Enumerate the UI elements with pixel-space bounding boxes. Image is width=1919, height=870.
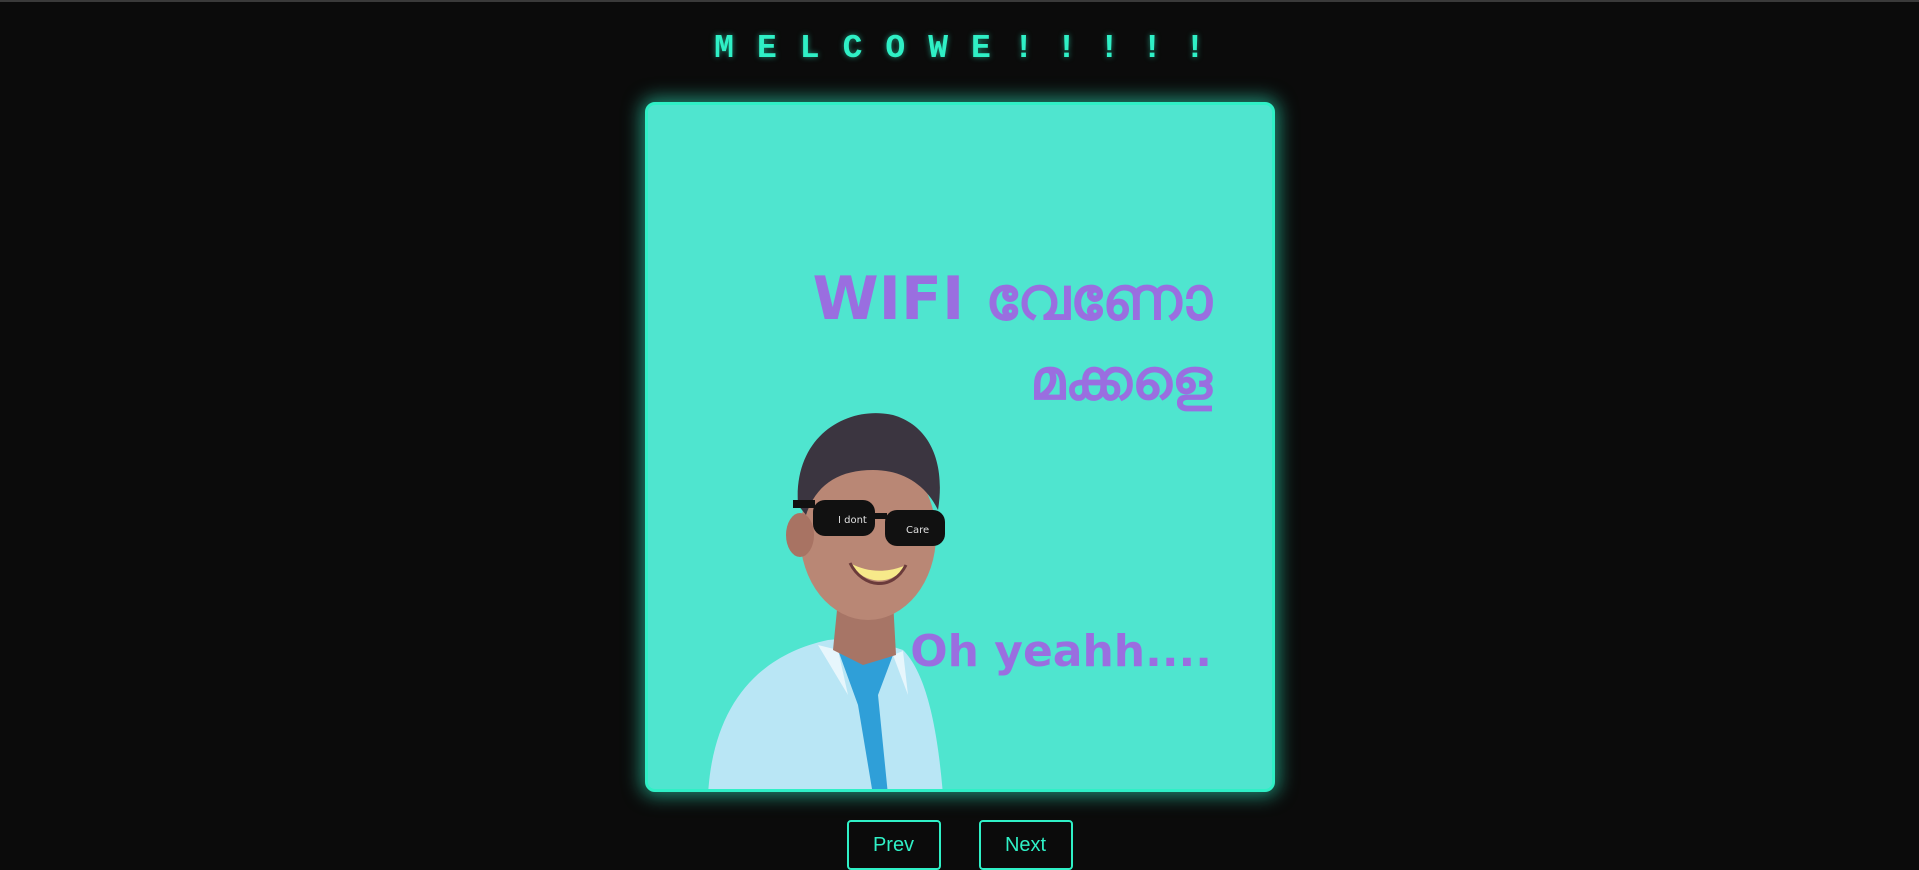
page-title: MELCOWE!!!!! xyxy=(714,30,1228,67)
glasses-right-text: Care xyxy=(906,525,929,536)
next-button[interactable]: Next xyxy=(978,820,1073,870)
navigation-controls: Prev Next xyxy=(0,820,1919,870)
meme-person-image: I dont Care xyxy=(708,413,945,789)
prev-button[interactable]: Prev xyxy=(846,820,941,870)
meme-caption-line3: Oh yeahh.... xyxy=(910,626,1212,677)
meme-caption-line2: മക്കളെ xyxy=(1030,348,1212,413)
meme-caption-line1: WIFI വേണോ xyxy=(812,264,1212,334)
glasses-left-text: I dont xyxy=(838,515,867,526)
window-top-border xyxy=(0,0,1919,2)
image-viewer-frame: WIFI വേണോ മക്കളെ I dont Care Oh yeahh...… xyxy=(645,102,1275,792)
